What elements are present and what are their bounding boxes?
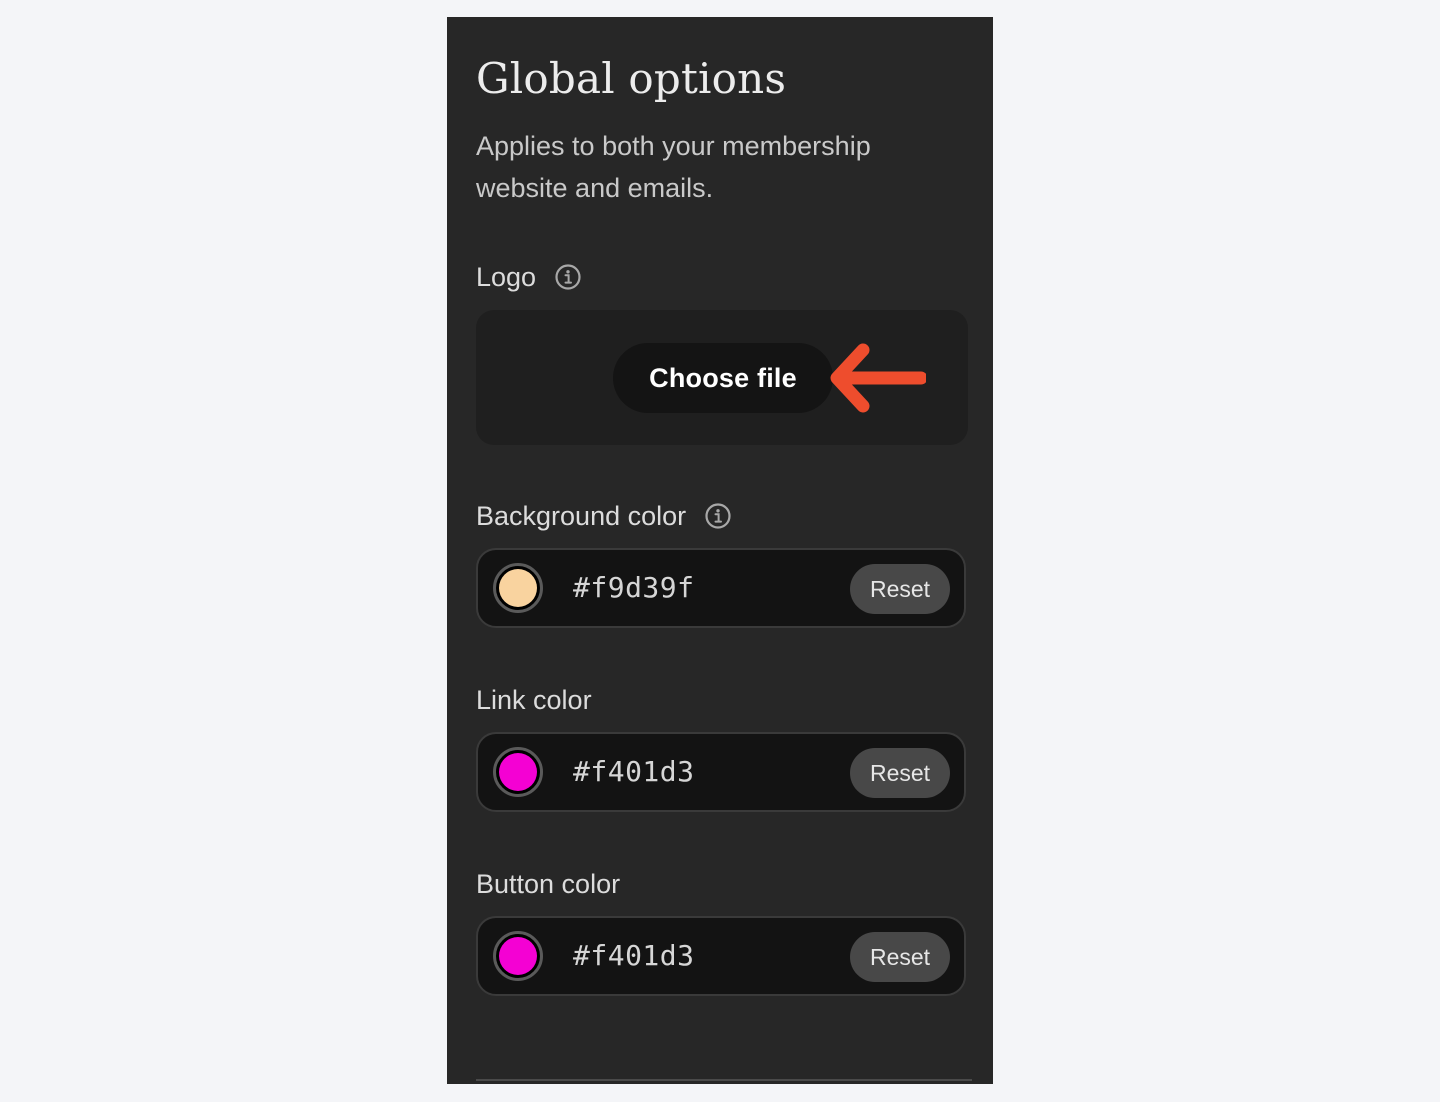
link-color-label-row: Link color	[476, 683, 592, 717]
link-color-label: Link color	[476, 685, 592, 715]
global-options-panel: Global options Applies to both your memb…	[447, 17, 993, 1084]
link-color-input[interactable]: #f401d3	[573, 734, 695, 810]
background-color-swatch[interactable]	[493, 563, 543, 613]
link-color-swatch[interactable]	[493, 747, 543, 797]
button-color-swatch-fill	[499, 937, 537, 975]
link-color-swatch-fill	[499, 753, 537, 791]
button-color-input[interactable]: #f401d3	[573, 918, 695, 994]
info-icon[interactable]	[704, 502, 732, 530]
logo-label: Logo	[476, 262, 537, 292]
logo-dropzone[interactable]: Choose file	[476, 310, 968, 445]
section-divider	[476, 1079, 972, 1081]
arrow-left-icon	[830, 343, 926, 413]
link-color-reset-button[interactable]: Reset	[850, 748, 950, 798]
background-color-input[interactable]: #f9d39f	[573, 550, 695, 626]
link-color-field[interactable]: #f401d3 Reset	[476, 732, 966, 812]
background-color-swatch-fill	[499, 569, 537, 607]
button-color-field[interactable]: #f401d3 Reset	[476, 916, 966, 996]
background-color-label-row: Background color	[476, 499, 732, 533]
button-color-label-row: Button color	[476, 867, 620, 901]
button-color-swatch[interactable]	[493, 931, 543, 981]
page-title: Global options	[476, 54, 787, 103]
logo-label-row: Logo	[476, 260, 582, 294]
choose-file-button[interactable]: Choose file	[613, 343, 833, 413]
background-color-label: Background color	[476, 501, 687, 531]
info-icon[interactable]	[554, 263, 582, 291]
background-color-reset-button[interactable]: Reset	[850, 564, 950, 614]
background-color-field[interactable]: #f9d39f Reset	[476, 548, 966, 628]
button-color-label: Button color	[476, 869, 621, 899]
page-subtitle: Applies to both your membership website …	[476, 131, 871, 203]
button-color-reset-button[interactable]: Reset	[850, 932, 950, 982]
